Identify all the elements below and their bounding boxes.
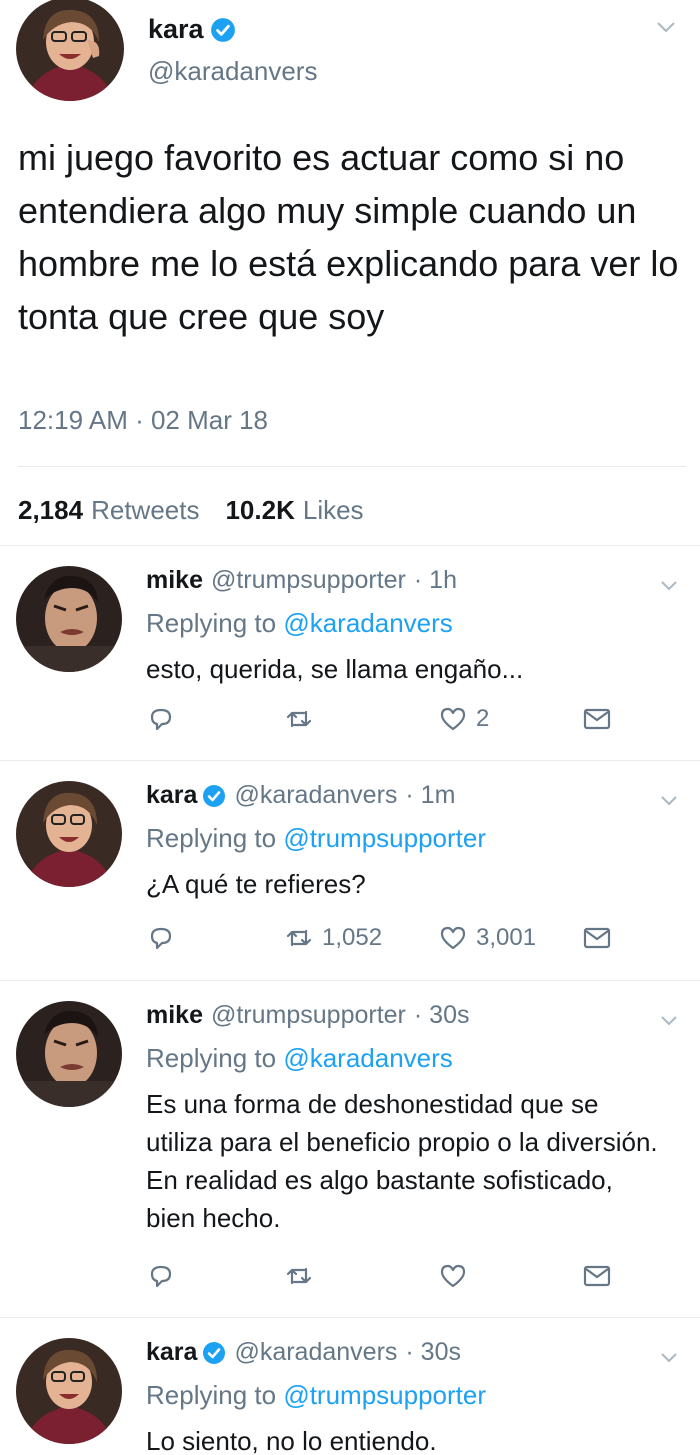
reply-author-name[interactable]: mike (146, 566, 203, 595)
reply-tweet[interactable]: kara @karadanvers · 1m Replying to @trum… (0, 760, 700, 980)
replying-prefix: Replying to (146, 608, 277, 638)
replying-prefix: Replying to (146, 1043, 277, 1073)
likes-count: 10.2K (225, 495, 295, 525)
author-handle[interactable]: @karadanvers (148, 56, 317, 87)
verified-badge-icon (203, 784, 226, 807)
reply-text: Es una forma de deshonestidad que se uti… (146, 1089, 658, 1233)
reply-time[interactable]: · 1h (414, 566, 457, 595)
retweet-icon (286, 1267, 312, 1285)
retweet-action[interactable] (284, 704, 322, 734)
heart-icon (440, 926, 466, 950)
chevron-down-icon[interactable] (660, 1015, 678, 1027)
verified-badge-icon (203, 1341, 226, 1364)
tweet-text: mi juego favorito es actuar como si no e… (18, 137, 679, 337)
envelope-icon (583, 927, 611, 949)
reply-tweet[interactable]: mike @trumpsupporter · 1h Replying to @k… (0, 545, 700, 760)
action-bar: 2 (146, 704, 626, 738)
reply-text: esto, querida, se llama engaño... (146, 654, 524, 684)
reply-author-name[interactable]: kara (146, 1338, 197, 1367)
dm-action[interactable] (582, 923, 612, 953)
reply-author-handle[interactable]: @trumpsupporter (211, 566, 406, 595)
tweet-timestamp[interactable]: 12:19 AM · 02 Mar 18 (18, 405, 268, 436)
reply-author-name[interactable]: mike (146, 1001, 203, 1030)
dm-action[interactable] (582, 704, 612, 734)
replying-to-handle[interactable]: @trumpsupporter (283, 1380, 486, 1410)
replying-to-handle[interactable]: @trumpsupporter (283, 823, 486, 853)
likes-stat[interactable]: 10.2K Likes (225, 495, 363, 526)
reply-header: mike @trumpsupporter · 1h (146, 566, 457, 595)
author-name[interactable]: kara (148, 14, 204, 45)
retweets-stat[interactable]: 2,184 Retweets (18, 495, 199, 526)
main-tweet: kara @karadanvers mi juego favorito es a… (0, 0, 700, 545)
chevron-down-icon[interactable] (660, 1352, 678, 1364)
retweet-count: 1,052 (322, 924, 383, 951)
author-row: kara (148, 14, 236, 45)
replying-to: Replying to @trumpsupporter (146, 823, 486, 854)
envelope-icon (583, 708, 611, 730)
heart-icon (440, 707, 466, 731)
avatar-kara[interactable] (16, 781, 122, 887)
replying-to-handle[interactable]: @karadanvers (283, 608, 452, 638)
chevron-down-icon[interactable] (660, 795, 678, 807)
reply-time[interactable]: · 30s (405, 1338, 461, 1367)
action-bar (146, 1261, 626, 1295)
dm-action[interactable] (582, 1261, 612, 1291)
replying-prefix: Replying to (146, 1380, 277, 1410)
replying-prefix: Replying to (146, 823, 277, 853)
likes-label: Likes (302, 495, 364, 525)
retweets-label: Retweets (91, 495, 200, 525)
reply-author-handle[interactable]: @karadanvers (234, 781, 397, 810)
envelope-icon (583, 1265, 611, 1287)
like-count: 2 (476, 705, 490, 732)
chevron-down-icon[interactable] (660, 580, 678, 592)
reply-author-handle[interactable]: @trumpsupporter (211, 1001, 406, 1030)
heart-icon (440, 1264, 466, 1288)
reply-tweet[interactable]: mike @trumpsupporter · 30s Replying to @… (0, 980, 700, 1317)
chevron-down-icon[interactable] (656, 20, 676, 34)
retweet-action[interactable]: 1,052 (284, 923, 382, 953)
tweet-stats: 2,184 Retweets 10.2K Likes (18, 495, 364, 526)
reply-author-handle[interactable]: @karadanvers (234, 1338, 397, 1367)
reply-time[interactable]: · 30s (414, 1001, 470, 1030)
action-bar: 1,052 3,001 (146, 923, 626, 957)
reply-header: kara @karadanvers · 1m (146, 781, 455, 810)
reply-icon (150, 1265, 172, 1288)
like-action[interactable]: 2 (438, 704, 489, 734)
replying-to: Replying to @karadanvers (146, 608, 453, 639)
divider (18, 466, 686, 467)
avatar-mike[interactable] (16, 1001, 122, 1107)
avatar-mike[interactable] (16, 566, 122, 672)
reply-text: Lo siento, no lo entiendo. (146, 1426, 437, 1455)
replying-to: Replying to @trumpsupporter (146, 1380, 486, 1411)
replying-to: Replying to @karadanvers (146, 1043, 453, 1074)
reply-author-name[interactable]: kara (146, 781, 197, 810)
replying-to-handle[interactable]: @karadanvers (283, 1043, 452, 1073)
reply-action[interactable] (146, 1261, 176, 1291)
retweet-action[interactable] (284, 1261, 322, 1291)
reply-tweet[interactable]: kara @karadanvers · 30s Replying to @tru… (0, 1317, 700, 1455)
like-action[interactable]: 3,001 (438, 923, 536, 953)
avatar-kara[interactable] (15, 0, 125, 102)
retweets-count: 2,184 (18, 495, 84, 525)
reply-header: kara @karadanvers · 30s (146, 1338, 461, 1367)
like-action[interactable] (438, 1261, 476, 1291)
reply-action[interactable] (146, 704, 176, 734)
reply-action[interactable] (146, 923, 176, 953)
reply-icon (150, 927, 172, 950)
verified-badge-icon (210, 17, 235, 42)
avatar-kara[interactable] (16, 1338, 122, 1444)
reply-time[interactable]: · 1m (405, 781, 455, 810)
reply-header: mike @trumpsupporter · 30s (146, 1001, 469, 1030)
retweet-icon (286, 929, 312, 947)
like-count: 3,001 (476, 924, 537, 951)
retweet-icon (286, 710, 312, 728)
reply-icon (150, 708, 172, 731)
reply-text: ¿A qué te refieres? (146, 869, 366, 899)
